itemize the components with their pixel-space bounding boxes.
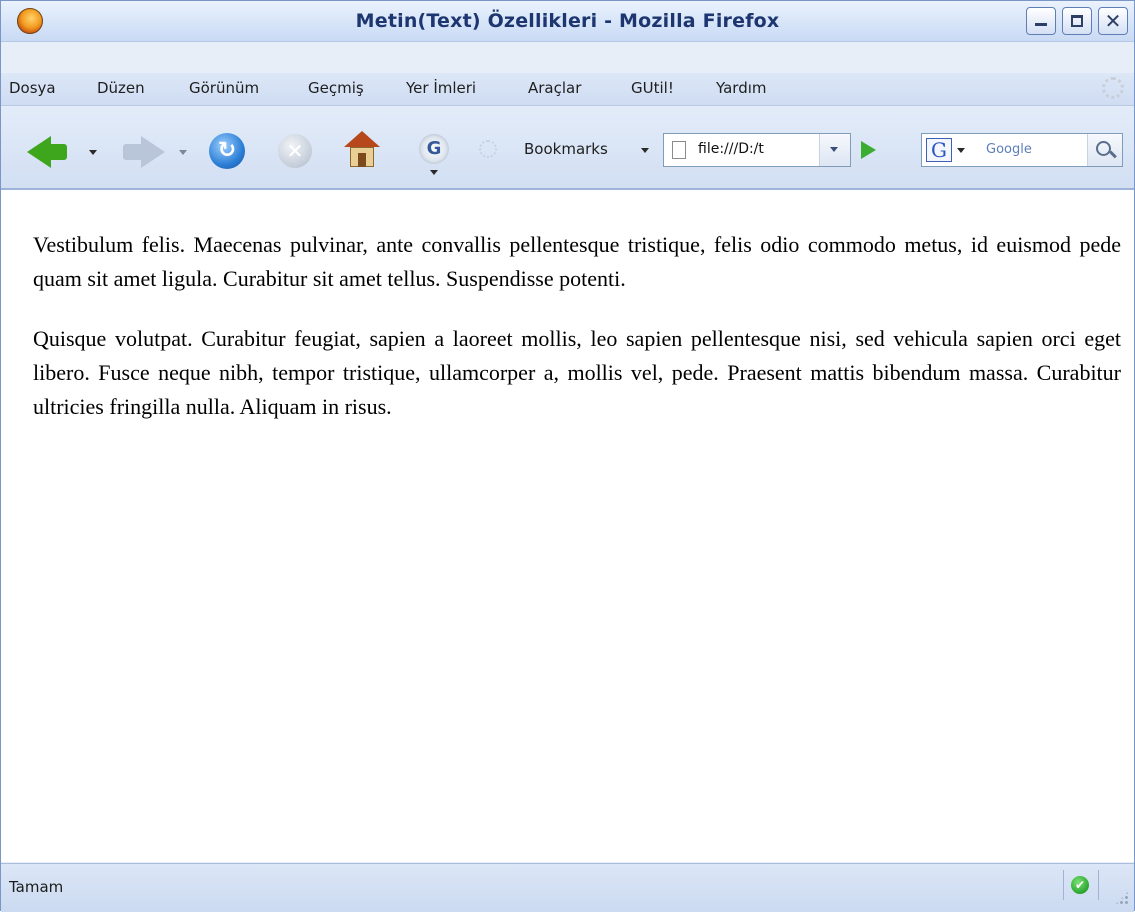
back-arrow-icon	[27, 136, 51, 168]
close-button[interactable]: ✕	[1098, 7, 1128, 35]
paragraph-2: Quisque volutpat. Curabitur feugiat, sap…	[33, 326, 1121, 419]
loading-spinner-icon	[479, 140, 497, 158]
activity-throbber-icon	[1102, 77, 1124, 99]
minimize-button[interactable]	[1026, 7, 1056, 35]
go-arrow-icon[interactable]	[861, 141, 876, 159]
menu-gecmis[interactable]: Geçmiş	[308, 79, 364, 97]
reload-button[interactable]: ↻	[209, 133, 245, 169]
menu-araclar[interactable]: Araçlar	[528, 79, 581, 97]
gutil-dropdown-icon[interactable]	[430, 170, 438, 175]
reload-icon: ↻	[217, 138, 237, 163]
address-history-dropdown[interactable]	[819, 134, 850, 166]
search-magnifier-icon	[1096, 141, 1111, 156]
gear-g-icon: G	[426, 138, 442, 159]
window-title: Metin(Text) Özellikleri - Mozilla Firefo…	[355, 10, 780, 32]
address-bar[interactable]: file:///D:/t	[663, 133, 851, 167]
menu-bar: Dosya Düzen Görünüm Geçmiş Yer İmleri Ar…	[1, 73, 1134, 106]
menu-yardim[interactable]: Yardım	[716, 79, 767, 97]
paragraph-1: Vestibulum felis. Maecenas pulvinar, ant…	[33, 232, 1121, 291]
close-icon: ✕	[1104, 9, 1122, 33]
status-text: Tamam	[9, 878, 64, 896]
minimize-icon	[1035, 23, 1047, 26]
menu-dosya[interactable]: Dosya	[9, 79, 56, 97]
search-button[interactable]	[1087, 134, 1122, 166]
stop-icon: ✕	[286, 139, 304, 163]
menu-yer-imleri[interactable]: Yer İmleri	[406, 79, 476, 97]
page-content: Vestibulum felis. Maecenas pulvinar, ant…	[1, 190, 1134, 862]
stop-button[interactable]: ✕	[278, 134, 312, 168]
gutil-button[interactable]: G	[419, 134, 449, 164]
home-button[interactable]	[344, 131, 380, 169]
address-input[interactable]: file:///D:/t	[698, 141, 818, 157]
bookmarks-menu-button[interactable]: Bookmarks	[524, 140, 608, 158]
maximize-button[interactable]	[1062, 7, 1092, 35]
navigation-toolbar: ↻ ✕ G Bookmarks file:///D:/t G Google	[1, 106, 1134, 190]
home-icon	[344, 131, 380, 147]
status-bar: Tamam ✔	[1, 863, 1134, 912]
browser-window: Metin(Text) Özellikleri - Mozilla Firefo…	[0, 0, 1135, 912]
search-engine-selector[interactable]: G	[926, 138, 952, 162]
title-bar[interactable]: Metin(Text) Özellikleri - Mozilla Firefo…	[1, 1, 1134, 42]
forward-history-dropdown-icon[interactable]	[179, 150, 187, 155]
page-icon	[672, 141, 686, 159]
resize-grip-icon[interactable]	[1114, 890, 1130, 906]
search-engine-dropdown-icon[interactable]	[957, 148, 965, 153]
maximize-icon	[1071, 15, 1083, 27]
menu-duzen[interactable]: Düzen	[97, 79, 145, 97]
forward-arrow-icon	[141, 136, 165, 168]
chevron-down-icon	[830, 147, 838, 152]
bookmarks-dropdown-icon[interactable]	[641, 148, 649, 153]
menu-gutil[interactable]: GUtil!	[631, 79, 674, 97]
security-status-panel[interactable]: ✔	[1063, 870, 1099, 900]
check-ok-icon: ✔	[1071, 876, 1089, 894]
menu-gorunum[interactable]: Görünüm	[189, 79, 259, 97]
search-input[interactable]: Google	[986, 142, 1032, 157]
search-bar[interactable]: G Google	[921, 133, 1123, 167]
back-history-dropdown-icon[interactable]	[89, 150, 97, 155]
